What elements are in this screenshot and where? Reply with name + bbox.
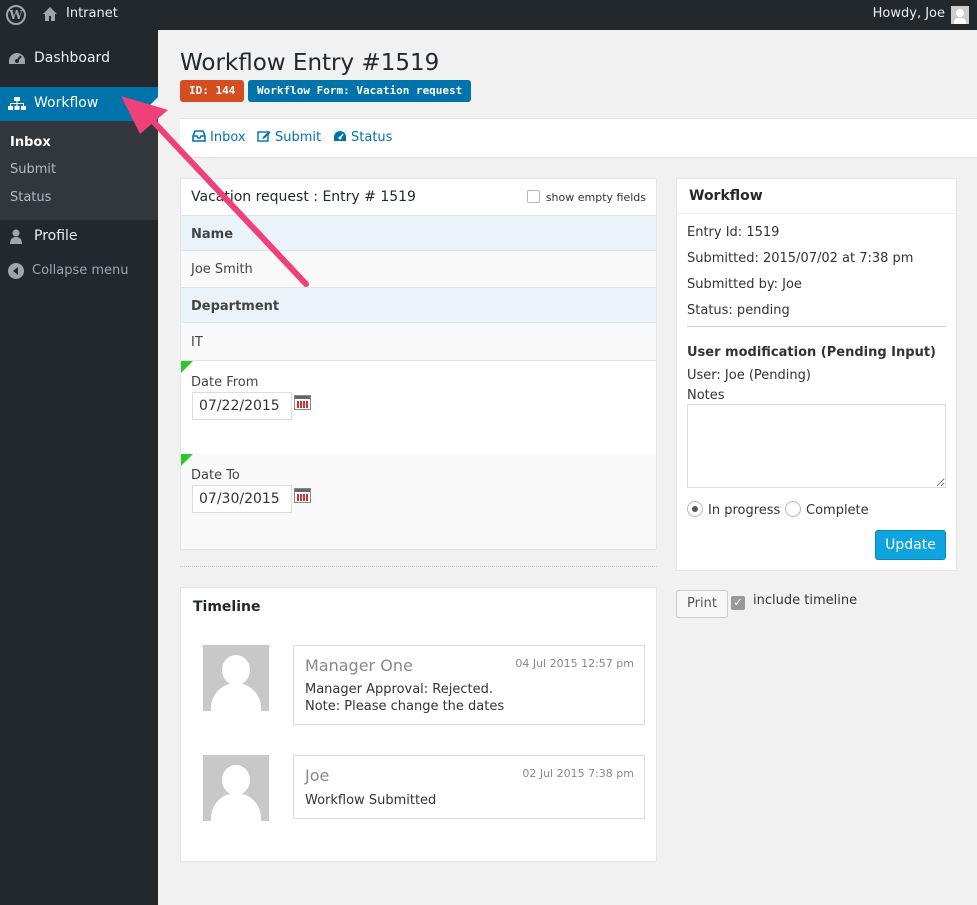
entry-panel-title: Vacation request : Entry # 1519 [191,189,416,205]
toolbar-status-link[interactable]: Status [333,130,392,145]
admin-bar: W Intranet Howdy, Joe [0,0,977,30]
calendar-icon[interactable] [294,488,311,503]
show-empty-fields-toggle[interactable]: show empty fields [526,190,646,204]
show-empty-fields-label: show empty fields [545,191,646,204]
sidebar-item-label: Dashboard [34,50,110,66]
in-progress-radio[interactable]: In progress [687,501,780,518]
radio-checked-icon[interactable] [687,501,703,517]
form-name-badge: Workflow Form: Vacation request [248,80,472,102]
step-title: User modification (Pending Input) [687,345,936,360]
inbox-icon [192,130,206,142]
workflow-box-title: Workflow [677,179,956,214]
avatar [203,755,269,821]
editable-marker-icon [181,361,193,373]
home-icon[interactable] [42,6,58,22]
date-to-field: Date To 07/30/2015 [181,454,656,549]
submitted-text: Submitted: 2015/07/02 at 7:38 pm [687,251,914,266]
editable-marker-icon [181,454,193,466]
checkmark-icon[interactable]: ✓ [731,596,745,610]
timeline-entry-date: 04 Jul 2015 12:57 pm [515,657,634,670]
status-text: Status: pending [687,303,790,318]
sidebar-item-profile[interactable]: Profile [0,220,158,254]
timeline-entry-author: Joe [305,766,330,785]
field-value-name: Joe Smith [181,251,656,287]
site-name-link[interactable]: Intranet [66,6,118,21]
page-title: Workflow Entry #1519 [180,50,440,76]
notes-textarea[interactable] [687,404,946,488]
section-divider [180,566,657,567]
sidebar-item-dashboard[interactable]: Dashboard [0,42,158,76]
timeline-entry-text: Manager Approval: Rejected. [305,682,493,697]
timeline-entry: Joe 02 Jul 2015 7:38 pm Workflow Submitt… [293,755,645,819]
include-timeline-toggle[interactable]: ✓ include timeline [731,593,857,610]
howdy-user-link[interactable]: Howdy, Joe [873,6,945,21]
notes-label: Notes [687,388,725,403]
timeline-entry-date: 02 Jul 2015 7:38 pm [522,767,634,780]
step-user-text: User: Joe (Pending) [687,368,811,383]
update-button[interactable]: Update [875,530,946,560]
calendar-icon[interactable] [294,395,311,410]
dashboard-icon [334,131,346,141]
workflow-info-box: Workflow Entry Id: 1519 Submitted: 2015/… [676,178,957,571]
sitemap-icon [8,97,26,110]
date-from-field: Date From 07/22/2015 [181,360,656,454]
sidebar-item-label: Profile [34,228,78,244]
complete-radio[interactable]: Complete [785,501,869,518]
workflow-submenu: Inbox Submit Status [0,121,158,220]
workflow-toolbar: Inbox Submit Status [180,118,977,158]
date-from-input[interactable]: 07/22/2015 [192,392,292,420]
date-to-label: Date To [191,468,240,483]
collapse-icon [8,263,24,279]
user-icon [10,229,22,244]
date-from-label: Date From [191,375,259,390]
avatar [203,645,269,711]
submenu-item-status[interactable]: Status [10,190,51,205]
timeline-entry-note: Note: Please change the dates [305,699,505,714]
collapse-menu-label: Collapse menu [32,263,129,278]
timeline-panel: Timeline Manager One 04 Jul 2015 12:57 p… [180,587,657,862]
field-value-department: IT [181,324,656,360]
entry-detail-panel: Vacation request : Entry # 1519 show emp… [180,178,657,550]
entry-id-text: Entry Id: 1519 [687,225,780,240]
edit-icon [257,131,271,142]
user-avatar[interactable] [951,6,969,24]
in-progress-label: In progress [708,503,781,518]
collapse-menu-button[interactable]: Collapse menu [0,255,158,289]
timeline-entry-author: Manager One [305,656,413,675]
timeline-title: Timeline [193,599,261,615]
sidebar-item-label: Workflow [34,95,99,111]
sidebar-item-workflow[interactable]: Workflow [0,87,158,121]
divider [687,326,946,327]
dashboard-icon [9,53,25,64]
wordpress-logo-icon[interactable]: W [6,5,26,25]
toolbar-submit-link[interactable]: Submit [257,130,321,145]
toolbar-submit-label: Submit [275,130,322,145]
toolbar-inbox-label: Inbox [210,130,246,145]
submenu-item-submit[interactable]: Submit [10,162,56,177]
field-label-department: Department [181,287,656,323]
date-to-input[interactable]: 07/30/2015 [192,485,292,513]
radio-unchecked-icon[interactable] [785,501,801,517]
print-button[interactable]: Print [676,590,728,618]
toolbar-inbox-link[interactable]: Inbox [192,130,246,145]
toolbar-status-label: Status [351,130,393,145]
timeline-entry: Manager One 04 Jul 2015 12:57 pm Manager… [293,645,645,725]
entry-id-badge: ID: 144 [180,80,245,102]
include-timeline-label: include timeline [753,593,858,608]
field-label-name: Name [181,215,656,251]
show-empty-fields-checkbox[interactable] [526,190,540,203]
submenu-item-inbox[interactable]: Inbox [10,135,51,150]
submitted-by-text: Submitted by: Joe [687,277,802,292]
timeline-entry-text: Workflow Submitted [305,793,437,808]
admin-sidebar: Dashboard Workflow Inbox Submit Status P… [0,30,158,905]
complete-label: Complete [806,503,869,518]
